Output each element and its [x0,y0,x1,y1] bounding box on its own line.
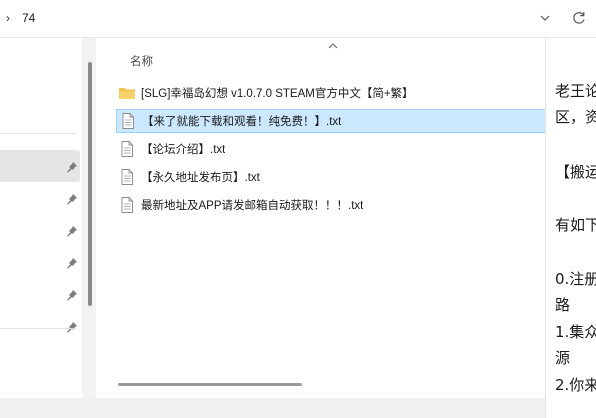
pin-icon[interactable] [66,257,78,269]
sort-ascending-icon[interactable] [328,42,338,50]
folder-icon [119,88,135,99]
text-file-icon [121,197,133,213]
preview-line: 0.注册 [555,270,596,288]
file-name: [SLG]幸福岛幻想 v1.0.7.0 STEAM官方中文【简+繁】 [141,88,414,100]
text-file-icon [121,169,133,185]
refresh-icon[interactable] [570,9,588,27]
pin-icon[interactable] [66,225,78,237]
file-row[interactable]: 【永久地址发布页】.txt [116,165,548,189]
nav-divider [0,328,76,329]
file-name: 【来了就能下载和观看！纯免费！】.txt [142,116,342,128]
navigation-pane[interactable] [0,38,82,398]
horizontal-scrollbar-thumb[interactable] [118,383,302,386]
preview-line: 1.集众 [555,323,596,341]
nav-scrollbar-thumb[interactable] [88,62,92,306]
file-row[interactable]: 【论坛介绍】.txt [116,137,548,161]
breadcrumb-path[interactable]: 74 [22,11,35,25]
file-list[interactable]: 名称 [SLG]幸福岛幻想 v1.0.7.0 STEAM官方中文【简+繁】 【来… [100,38,548,398]
file-row-selected[interactable]: 【来了就能下载和观看！纯免费！】.txt [116,109,548,133]
breadcrumb-chevron[interactable]: › [6,11,10,25]
address-bar[interactable]: › 74 [0,0,596,38]
preview-pane: 老王论 区，资 【搬运 有如下 0.注册 路 1.集众 源 2.你来 [546,38,596,418]
preview-line: 【搬运 [555,163,596,181]
column-header-name[interactable]: 名称 [130,53,153,69]
file-name: 【论坛介绍】.txt [141,144,226,156]
file-row-folder[interactable]: [SLG]幸福岛幻想 v1.0.7.0 STEAM官方中文【简+繁】 [116,81,548,105]
preview-line: 有如下 [555,216,596,234]
file-name: 最新地址及APP请发邮箱自动获取！！！.txt [141,200,364,212]
file-name: 【永久地址发布页】.txt [141,172,260,184]
preview-line: 源 [555,349,571,367]
pin-icon[interactable] [66,193,78,205]
preview-line: 2.你来 [555,376,596,394]
pin-icon[interactable] [66,289,78,301]
nav-divider [0,133,76,134]
chevron-down-icon[interactable] [538,10,552,26]
pin-icon[interactable] [66,321,78,333]
text-file-icon [121,141,133,157]
text-file-icon [122,113,134,129]
file-row[interactable]: 最新地址及APP请发邮箱自动获取！！！.txt [116,193,548,217]
preview-line: 区，资 [555,108,596,126]
preview-line: 路 [555,296,571,314]
status-bar [0,398,546,418]
preview-line: 老王论 [555,82,596,100]
pin-icon[interactable] [66,161,78,173]
